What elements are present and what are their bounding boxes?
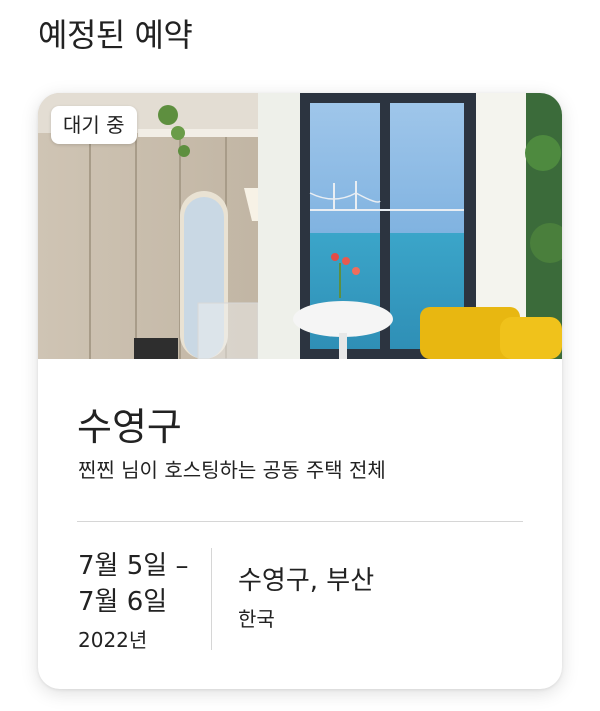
- date-start: 7월 5일 –: [78, 551, 189, 581]
- location-country: 한국: [238, 607, 275, 631]
- reservation-card[interactable]: 대기 중 수영구 찐찐 님이 호스팅하는 공동 주택 전체 7월 5일 – 7월…: [38, 93, 562, 689]
- listing-photo[interactable]: 대기 중: [38, 93, 562, 359]
- listing-subtitle: 찐찐 님이 호스팅하는 공동 주택 전체: [78, 458, 386, 482]
- vertical-divider: [211, 548, 212, 650]
- reservation-dates: 7월 5일 – 7월 6일 2022년: [78, 548, 208, 654]
- divider: [77, 521, 523, 522]
- section-title: 예정된 예약: [38, 16, 193, 54]
- listing-title: 수영구: [77, 405, 182, 449]
- date-year: 2022년: [78, 628, 148, 652]
- location-city: 수영구, 부산: [238, 566, 375, 596]
- reservation-location: 수영구, 부산 한국: [238, 563, 374, 633]
- date-end: 7월 6일: [78, 587, 168, 617]
- status-badge: 대기 중: [51, 106, 137, 144]
